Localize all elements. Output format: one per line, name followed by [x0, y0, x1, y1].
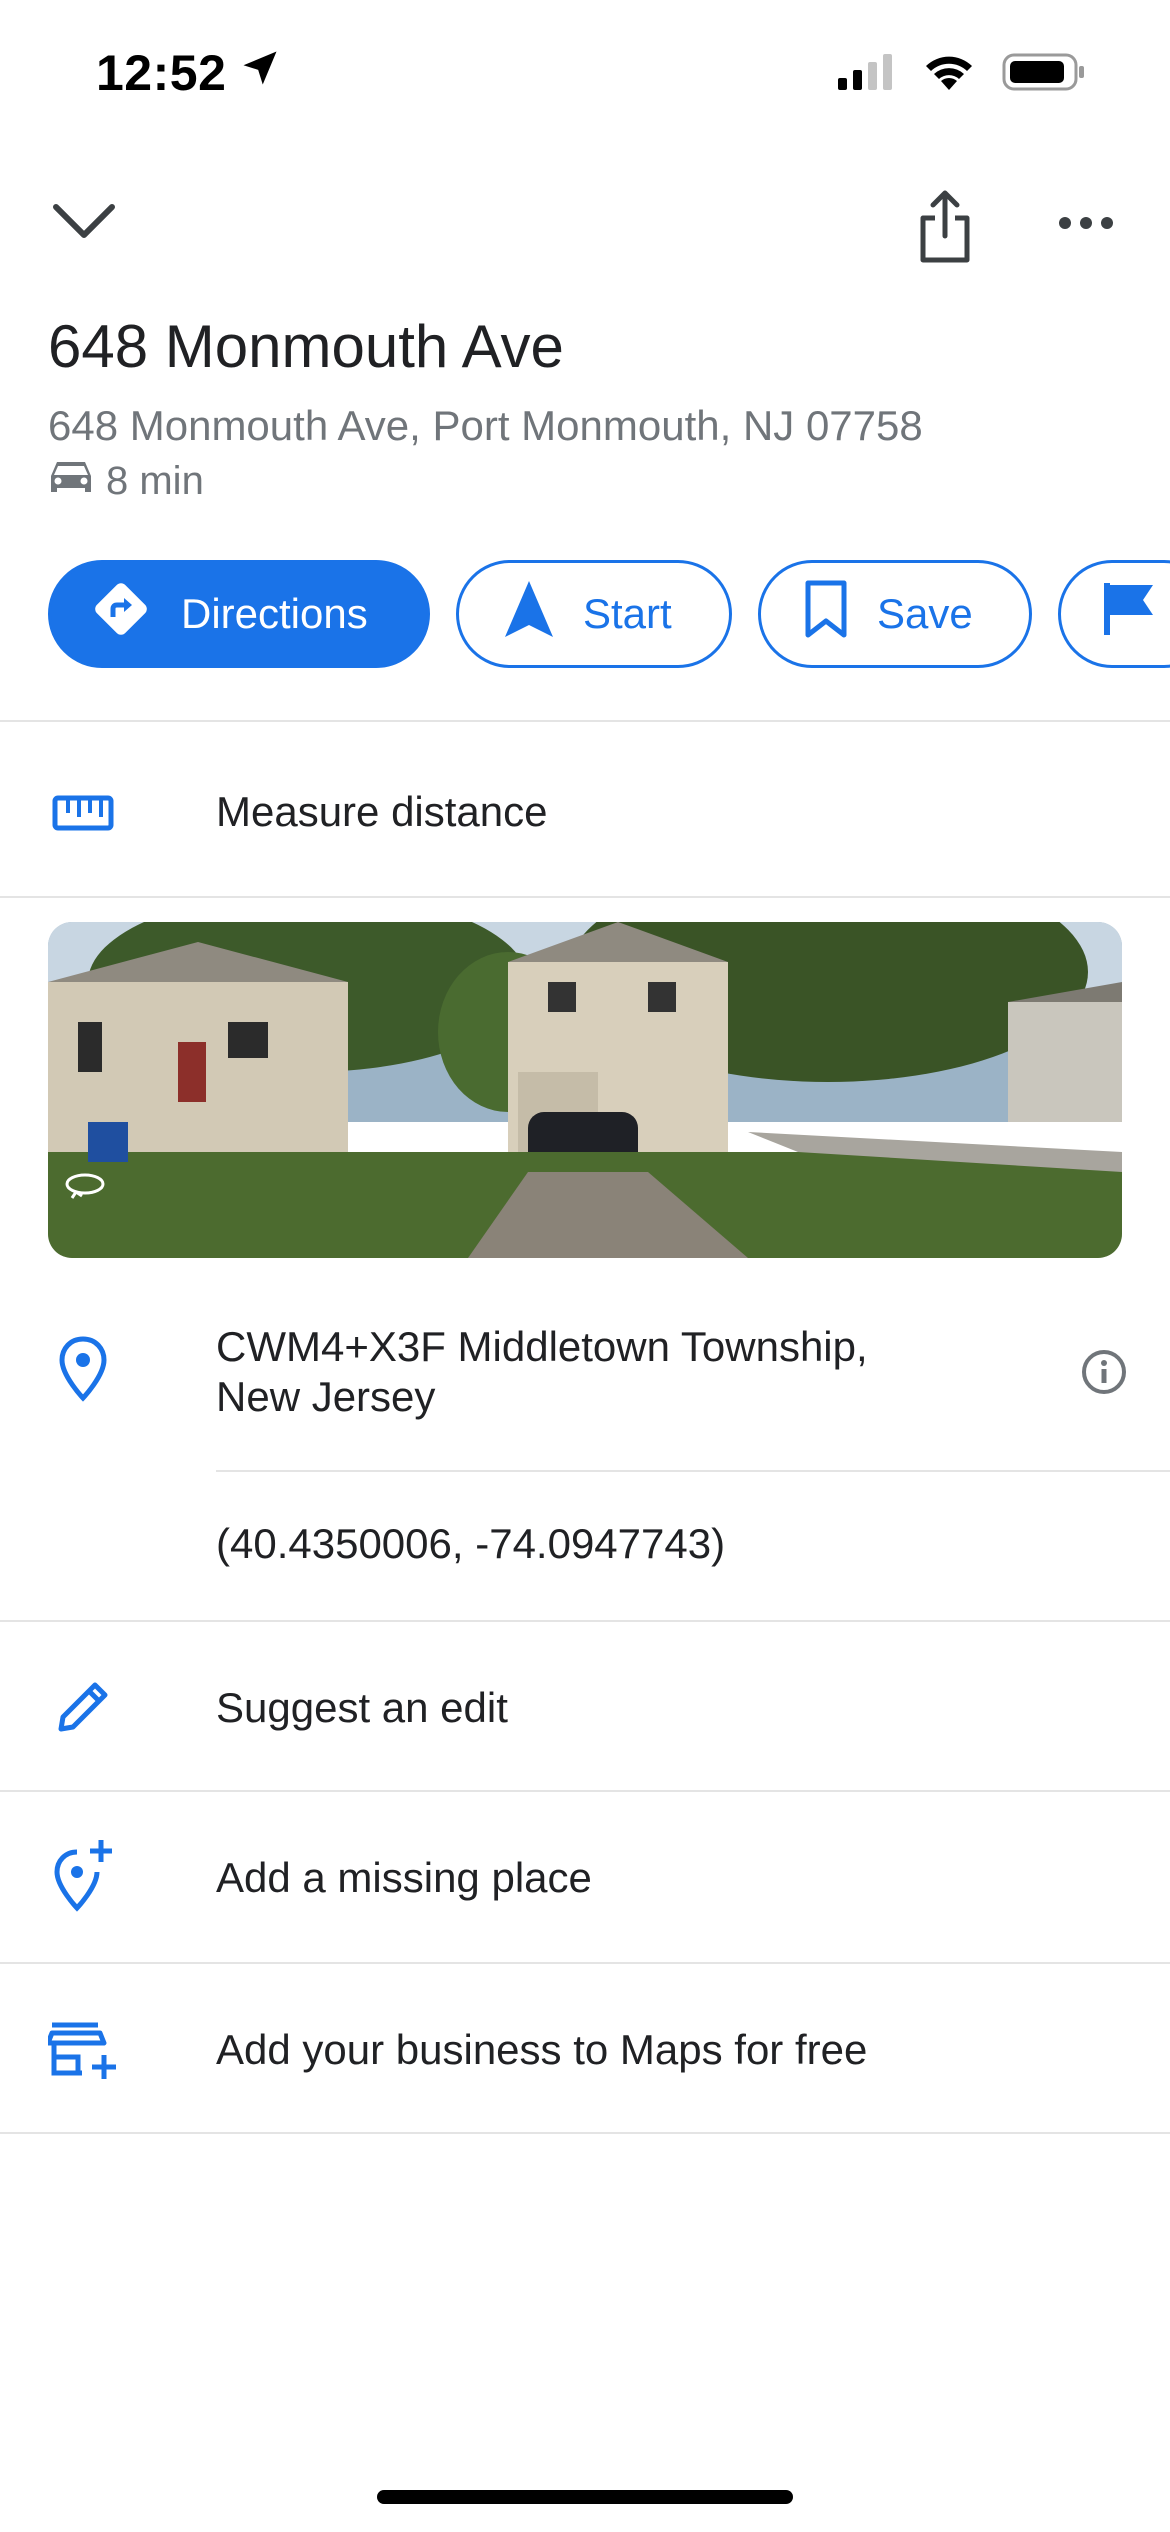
- add-business-row[interactable]: Add your business to Maps for free: [216, 2026, 867, 2074]
- plus-code-region: New Jersey: [216, 1373, 436, 1420]
- info-icon: [1080, 1348, 1128, 1401]
- car-icon: [48, 456, 94, 506]
- more-horizontal-icon: [1058, 216, 1114, 235]
- status-time: 12:52: [96, 44, 282, 102]
- start-label: Start: [583, 590, 672, 637]
- pencil-icon: [48, 1672, 118, 1742]
- collapse-button[interactable]: [44, 188, 124, 258]
- battery-icon: [1002, 52, 1086, 97]
- coordinates-row[interactable]: (40.4350006, -74.0947743): [216, 1520, 725, 1568]
- divider: [0, 1620, 1170, 1622]
- cellular-signal-icon: [836, 52, 896, 97]
- ruler-icon: [48, 778, 118, 848]
- start-button[interactable]: Start: [456, 560, 732, 668]
- directions-label: Directions: [181, 590, 368, 637]
- home-indicator[interactable]: [377, 2490, 793, 2504]
- plus-code-text: CWM4+X3F Middletown Township,: [216, 1323, 868, 1370]
- save-button[interactable]: Save: [758, 560, 1032, 668]
- action-chips: Directions Start Save: [48, 560, 1170, 668]
- divider: [0, 896, 1170, 898]
- flag-icon: [1103, 581, 1157, 647]
- divider: [0, 1790, 1170, 1792]
- chevron-down-icon: [52, 201, 116, 246]
- divider: [216, 1470, 1170, 1472]
- drive-time-text: 8 min: [106, 458, 204, 503]
- street-view-photo[interactable]: [48, 922, 1122, 1258]
- plus-code-info-button[interactable]: [1074, 1344, 1134, 1404]
- divider: [0, 2132, 1170, 2134]
- place-title: 648 Monmouth Ave: [48, 313, 564, 380]
- divider: [0, 720, 1170, 722]
- wifi-icon: [922, 52, 976, 97]
- measure-distance-row[interactable]: Measure distance: [216, 788, 548, 836]
- directions-button[interactable]: Directions: [48, 560, 430, 668]
- add-location-icon: [48, 1840, 118, 1912]
- add-business-icon: [48, 2016, 118, 2086]
- bookmark-icon: [803, 579, 849, 649]
- label-button[interactable]: [1058, 560, 1170, 668]
- navigation-arrow-icon: [503, 579, 555, 649]
- directions-icon: [89, 577, 153, 651]
- location-arrow-icon: [238, 44, 282, 102]
- suggest-edit-row[interactable]: Suggest an edit: [216, 1684, 508, 1732]
- drive-time: 8 min: [48, 456, 204, 506]
- save-label: Save: [877, 590, 973, 637]
- divider: [0, 1962, 1170, 1964]
- status-time-text: 12:52: [96, 45, 227, 101]
- share-button[interactable]: [900, 184, 990, 274]
- location-pin-icon: [48, 1334, 118, 1404]
- status-indicators: [836, 52, 1086, 97]
- share-icon: [915, 190, 975, 269]
- plus-code-row[interactable]: CWM4+X3F Middletown Township, New Jersey: [216, 1322, 868, 1422]
- more-options-button[interactable]: [1046, 190, 1126, 260]
- add-missing-place-row[interactable]: Add a missing place: [216, 1854, 592, 1902]
- place-address: 648 Monmouth Ave, Port Monmouth, NJ 0775…: [48, 402, 923, 449]
